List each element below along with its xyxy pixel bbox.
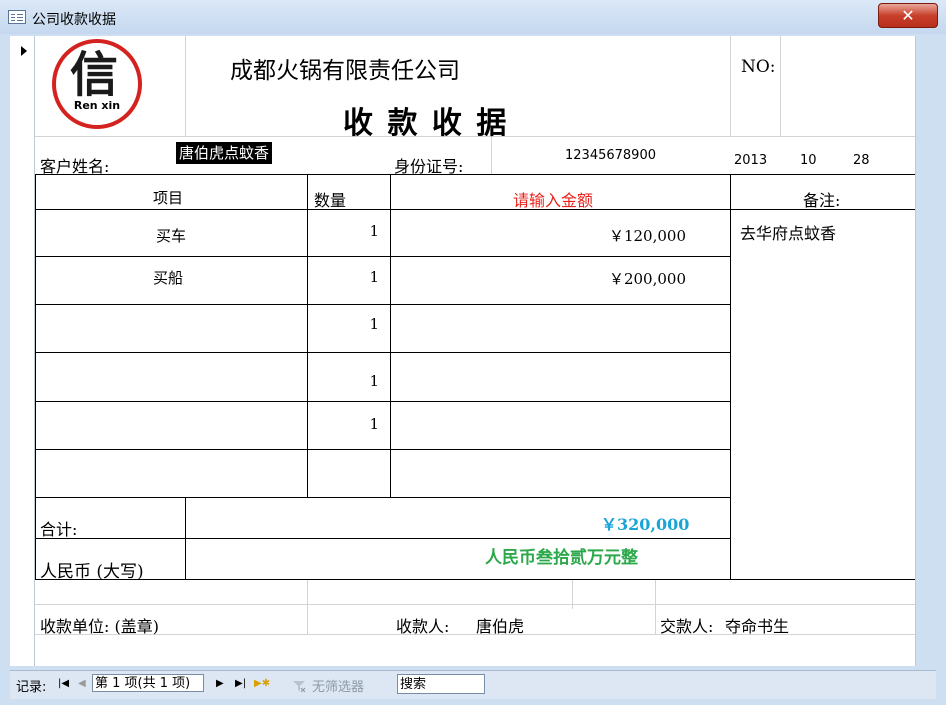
current-record-arrow-icon	[21, 46, 27, 56]
window-title: 公司收款收据	[32, 12, 116, 28]
row-2-amount[interactable]: ￥200,000	[390, 268, 686, 289]
title-bar: 公司收款收据 ✕	[0, 0, 946, 34]
column-header-item: 项目	[153, 189, 184, 207]
previous-record-icon[interactable]: ◀	[78, 678, 86, 689]
record-navigation-bar: 记录: |◀ ◀ 第 1 项(共 1 项) ▶ ▶| ▶✱ 无筛选器 搜索	[10, 670, 936, 699]
payee-label: 收款人:	[396, 617, 450, 636]
number-label: NO:	[741, 57, 776, 77]
total-amount[interactable]: ￥320,000	[601, 511, 689, 535]
row-3-quantity[interactable]: 1	[307, 315, 379, 333]
app-window: 公司收款收据 ✕ 信 Ren xin 成都火锅有限责任公司 收 款 收 据 NO…	[0, 0, 946, 705]
logo-text: Ren xin	[73, 99, 121, 112]
row-4-quantity[interactable]: 1	[307, 372, 379, 390]
rmb-uppercase-value[interactable]: 人民币叁拾贰万元整	[485, 543, 638, 568]
company-logo: 信 Ren xin	[52, 39, 142, 129]
payer-label: 交款人:	[660, 617, 714, 636]
company-name: 成都火锅有限责任公司	[230, 58, 460, 84]
date-day[interactable]: 28	[853, 153, 870, 168]
record-label: 记录:	[16, 680, 47, 695]
row-1-amount[interactable]: ￥120,000	[390, 225, 686, 246]
next-record-icon[interactable]: ▶	[216, 678, 224, 689]
receipt-title: 收 款 收 据	[343, 106, 509, 141]
column-header-amount: 请输入金额	[513, 191, 594, 210]
column-header-remark: 备注:	[803, 191, 841, 210]
close-button[interactable]: ✕	[878, 3, 938, 28]
rmb-uppercase-label: 人民币 (大写)	[40, 562, 144, 582]
row-1-item[interactable]: 买车	[35, 225, 307, 246]
last-record-icon[interactable]: ▶|	[235, 678, 246, 689]
total-label: 合计:	[40, 520, 78, 539]
column-header-quantity: 数量	[314, 191, 347, 210]
filter-icon	[292, 677, 306, 693]
record-selector[interactable]	[10, 36, 35, 666]
row-5-quantity[interactable]: 1	[307, 415, 379, 433]
form-icon	[8, 10, 26, 24]
date-year[interactable]: 2013	[734, 153, 767, 168]
receiving-unit-label: 收款单位: (盖章)	[40, 617, 159, 636]
new-record-icon[interactable]: ▶✱	[254, 678, 270, 689]
row-2-quantity[interactable]: 1	[307, 268, 379, 286]
logo-glyph: 信	[70, 47, 119, 103]
first-record-icon[interactable]: |◀	[58, 678, 69, 689]
row-1-quantity[interactable]: 1	[307, 222, 379, 240]
payee-field[interactable]: 唐伯虎	[476, 613, 524, 637]
date-month[interactable]: 10	[800, 153, 817, 168]
payer-field[interactable]: 夺命书生	[725, 613, 789, 637]
current-record-field[interactable]: 第 1 项(共 1 项)	[92, 674, 204, 692]
receipt-form: 信 Ren xin 成都火锅有限责任公司 收 款 收 据 NO: 客户姓名: 唐…	[35, 36, 916, 666]
customer-name-field[interactable]: 唐伯虎点蚊香	[176, 142, 273, 164]
id-number-field[interactable]: 12345678900	[565, 148, 656, 163]
row-2-item[interactable]: 买船	[35, 267, 301, 288]
remark-field[interactable]: 去华府点蚊香	[740, 220, 836, 244]
search-input[interactable]: 搜索	[397, 674, 485, 694]
no-filter-button[interactable]: 无筛选器	[312, 676, 364, 695]
